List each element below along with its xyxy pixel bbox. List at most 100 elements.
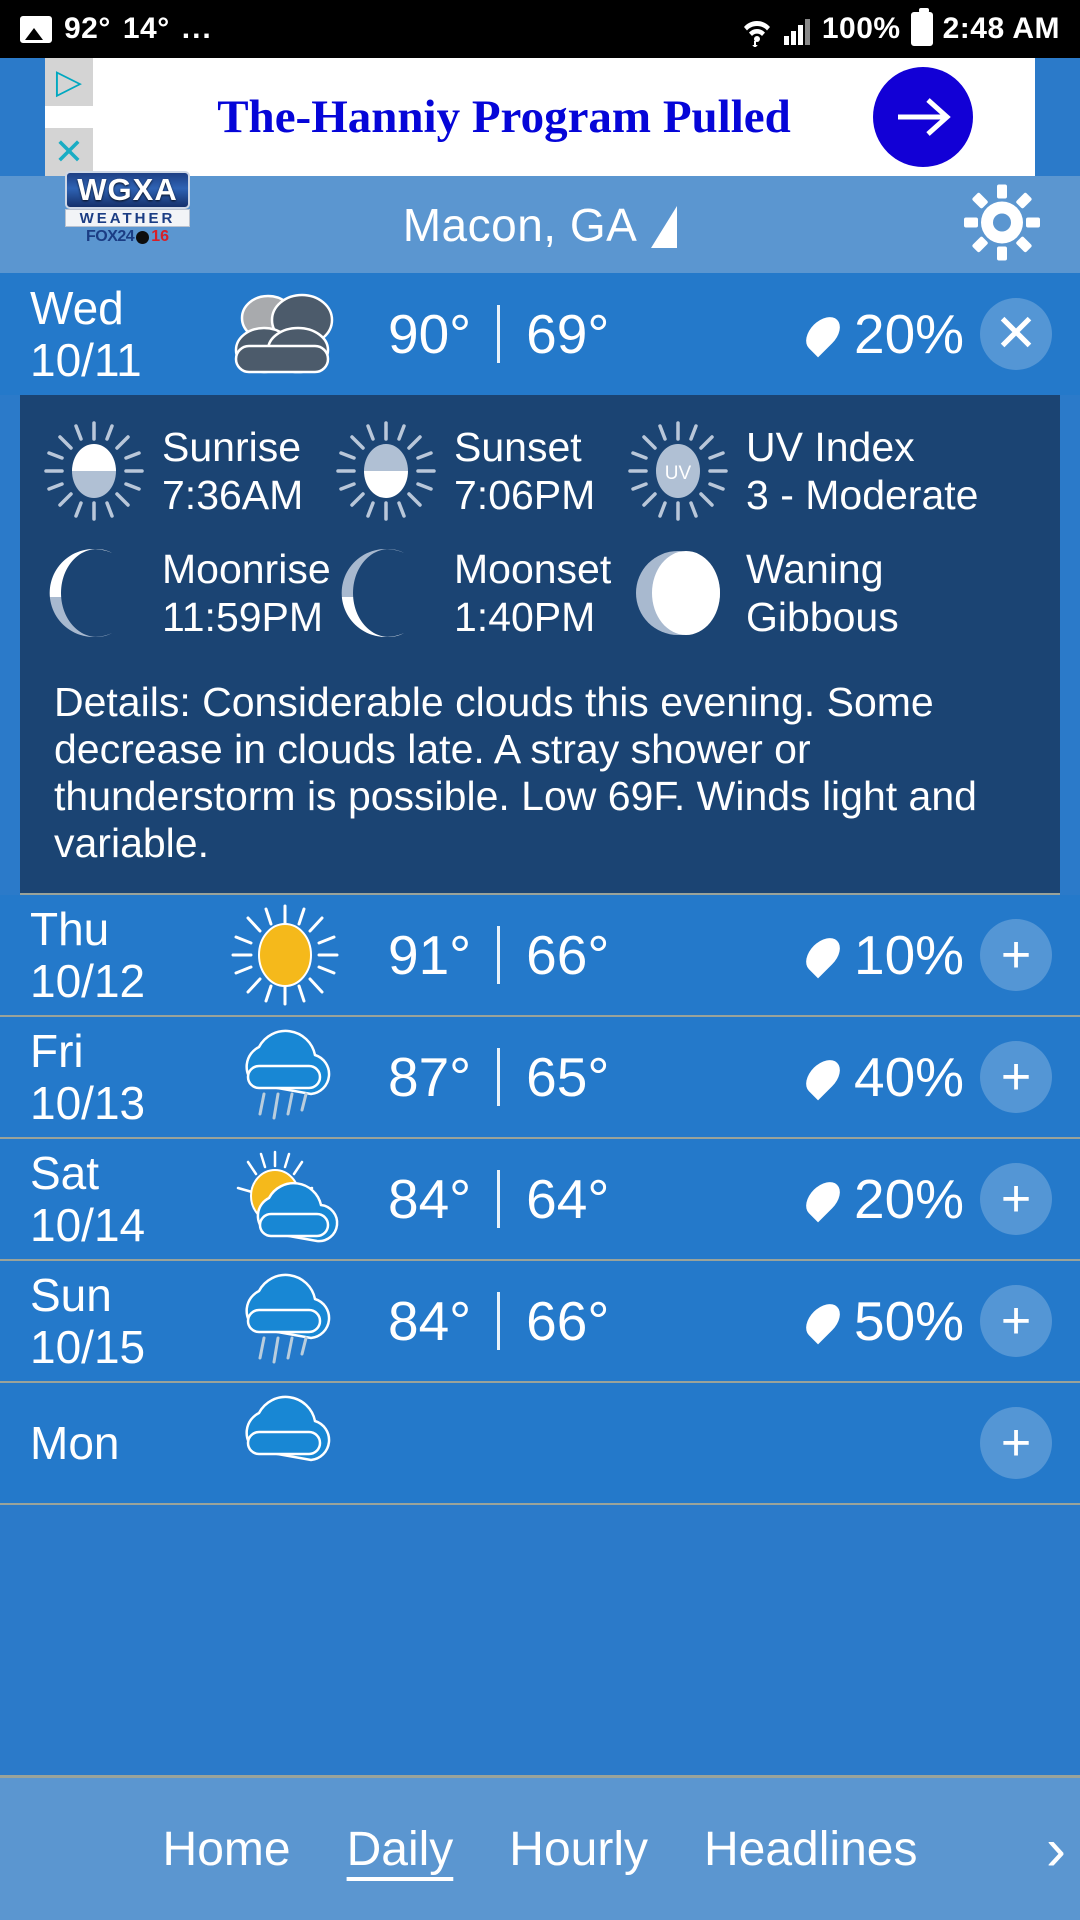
precip-percent: 50% [854,1290,965,1352]
moonphase-text: Waning Gibbous [746,545,899,641]
svg-text:UV: UV [665,463,692,484]
daily-forecast-list[interactable]: Wed 10/11 90° 69° 20% ✕ Sunrise 7:36AM S… [0,273,1080,1920]
sunset-label: Sunset [454,424,582,470]
low-temp: 66° [526,1290,610,1352]
temp-divider [497,305,501,363]
precip-percent: 20% [854,303,965,365]
forecast-row-sun[interactable]: Sun 10/15 84° 66° 50% + [0,1261,1080,1383]
forecast-row-thu[interactable]: Thu 10/12 91° 66° 10% + [0,895,1080,1017]
day-date: 10/12 [30,955,146,1007]
android-status-bar: 92° 14° ... 100% 2:48 AM [0,0,1080,58]
forecast-day-column: Wed 10/11 [30,282,200,386]
day-date: 10/14 [30,1199,146,1251]
arrow-right-icon [898,98,951,136]
day-name: Thu [30,903,110,955]
forecast-row-mon[interactable]: Mon + [0,1383,1080,1505]
day-date: 10/11 [30,334,142,386]
astro-row-moon: Moonrise 11:59PM Moonset 1:40PM Waning G… [40,539,1040,647]
adchoices-icon[interactable]: ▷ [45,58,93,106]
astro-row-sun: Sunrise 7:36AM Sunset 7:06PM UV UV Index… [40,417,1040,525]
forecast-row-wed[interactable]: Wed 10/11 90° 69° 20% ✕ [0,273,1080,395]
nav-next-chevron-icon[interactable]: › [1046,1815,1066,1884]
forecast-day-column: Fri 10/13 [30,1025,200,1129]
sunrise-value: 7:36AM [162,472,304,518]
day-name: Sat [30,1147,100,1199]
ad-badges: ▷ ✕ [45,58,93,176]
sunset-icon [336,421,436,521]
advertisement-banner[interactable]: ▷ ✕ The-Hanniy Program Pulled [45,58,1035,176]
forecast-day-column: Sat 10/14 [30,1147,200,1251]
moonrise-text: Moonrise 11:59PM [162,545,331,641]
weather-icon-cell [200,1266,370,1376]
day-name: Sun [30,1269,112,1321]
tab-home[interactable]: Home [135,1822,319,1877]
ad-arrow-button[interactable] [873,67,973,167]
day-date: 10/15 [30,1321,146,1373]
sunrise-label: Sunrise [162,424,302,470]
temp-divider [497,1170,501,1228]
temperature-cell: 91° 66° [388,923,810,987]
sunrise-item: Sunrise 7:36AM [40,417,332,525]
day-name: Wed [30,282,124,334]
app-header: WGXA WEATHER FOX24 16 Macon, GA [0,171,1080,273]
uv-index-icon: UV [628,421,728,521]
forecast-detail-panel: Sunrise 7:36AM Sunset 7:06PM UV UV Index… [20,395,1060,895]
forecast-row-sat[interactable]: Sat 10/14 84° 64° 20% + [0,1139,1080,1261]
high-temp: 87° [388,1046,472,1108]
day-name: Fri [30,1025,84,1077]
high-temp: 84° [388,1290,472,1352]
forecast-details-text: Details: Considerable clouds this evenin… [54,679,977,866]
forecast-day-column: Thu 10/12 [30,903,200,1007]
location-selector[interactable]: Macon, GA [0,198,1080,252]
precip-percent: 40% [854,1046,965,1108]
cloudy-icon [234,293,334,374]
temperature-cell: 84° 64° [388,1167,810,1231]
moonrise-label: Moonrise [162,546,331,592]
expand-row-button[interactable]: + [980,919,1052,991]
day-name: Mon [30,1417,120,1469]
status-temp-1: 92° [64,12,111,45]
weather-icon-cell [200,1022,370,1132]
tab-hourly[interactable]: Hourly [481,1822,676,1877]
expand-row-button[interactable]: + [980,1163,1052,1235]
weather-icon-cell [200,900,370,1010]
temperature-cell: 87° 65° [388,1045,810,1109]
bottom-navigation-bar[interactable]: Home Daily Hourly Headlines › [0,1775,1080,1920]
tab-headlines[interactable]: Headlines [676,1822,945,1877]
expand-row-button[interactable]: + [980,1407,1052,1479]
city-label: Macon, GA [402,198,638,251]
temp-divider [497,1292,501,1350]
expand-row-button[interactable]: + [980,1041,1052,1113]
rain-icon [245,1029,331,1120]
temp-divider [497,926,501,984]
status-temp-2: 14° [122,12,170,45]
precip-percent: 10% [854,924,965,986]
moonrise-value: 11:59PM [162,594,324,640]
sunrise-icon [44,421,144,521]
image-icon [20,15,52,43]
forecast-row-fri[interactable]: Fri 10/13 87° 65° 40% + [0,1017,1080,1139]
status-clock: 2:48 AM [942,12,1060,45]
tab-daily[interactable]: Daily [319,1822,482,1877]
low-temp: 65° [526,1046,610,1108]
cloud-icon [245,1395,331,1462]
waning-gibbous-icon [636,551,720,635]
forecast-day-column: Sun 10/15 [30,1269,200,1373]
settings-button[interactable] [964,184,1040,265]
gear-icon [964,184,1040,260]
ad-close-icon[interactable]: ✕ [45,128,93,176]
high-temp: 91° [388,924,472,986]
low-temp: 64° [526,1168,610,1230]
sunset-item: Sunset 7:06PM [332,417,624,525]
moonrise-icon [49,548,113,638]
sunset-value: 7:06PM [454,472,596,518]
sunset-text: Sunset 7:06PM [454,423,595,519]
sunny-icon [231,904,339,1006]
moonphase-line1: Waning [746,546,884,592]
collapse-row-button[interactable]: ✕ [980,298,1052,370]
sunrise-text: Sunrise 7:36AM [162,423,303,519]
precip-percent: 20% [854,1168,965,1230]
temperature-cell: 90° 69° [388,302,810,366]
expand-row-button[interactable]: + [980,1285,1052,1357]
partly-sunny-icon [236,1150,339,1243]
